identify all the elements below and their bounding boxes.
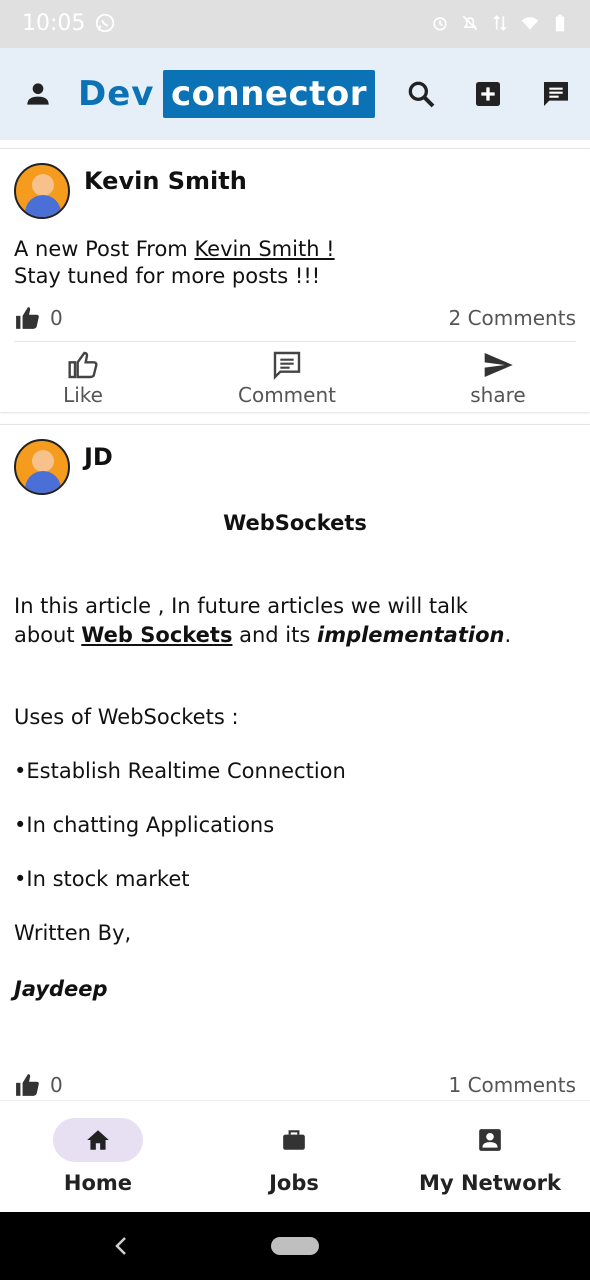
data-arrows-icon (493, 15, 507, 31)
person-icon[interactable] (22, 78, 54, 110)
whatsapp-icon (95, 13, 115, 33)
post-title: WebSockets (223, 511, 367, 535)
post-line-1: A new Post From Kevin Smith ! (14, 235, 335, 263)
nav-jobs-label: Jobs (269, 1171, 319, 1195)
status-icons (430, 12, 570, 34)
post-meta: 0 1 Comments (14, 1070, 576, 1102)
post-paragraph-line-1: In this article , In future articles we … (14, 594, 468, 618)
search-icon[interactable] (405, 78, 437, 110)
thumb-up-filled-icon[interactable] (14, 305, 42, 331)
bullet-item: •In chatting Applications (14, 813, 275, 837)
nav-jobs[interactable]: Jobs (196, 1101, 392, 1213)
share-button[interactable]: share (428, 349, 568, 407)
avatar-body (25, 195, 61, 217)
post-author[interactable]: JD (84, 443, 113, 471)
bottom-navigation: Home Jobs My Network (0, 1100, 590, 1212)
paragraph-text: . (504, 623, 512, 647)
battery-icon (555, 14, 565, 32)
avatar[interactable] (14, 439, 70, 495)
bullet-item: •Establish Realtime Connection (14, 759, 346, 783)
nav-home[interactable]: Home (0, 1101, 196, 1213)
avatar-head (32, 174, 54, 196)
share-label: share (470, 383, 526, 407)
websockets-link[interactable]: Web Sockets (81, 623, 232, 647)
written-by: Written By, (14, 921, 132, 945)
post-meta: 0 2 Comments (14, 303, 576, 335)
contact-card-icon (479, 1129, 501, 1151)
add-box-icon[interactable] (472, 78, 504, 110)
comment-count[interactable]: 2 Comments (449, 306, 577, 330)
like-button[interactable]: Like (13, 349, 153, 407)
home-pill-icon[interactable] (271, 1237, 319, 1255)
brand-connector: connector (163, 70, 376, 118)
status-bar: 10:05 (0, 0, 590, 48)
post-line-2: Stay tuned for more posts !!! (14, 264, 321, 288)
divider (14, 341, 576, 342)
like-count: 0 (50, 306, 63, 330)
post-author[interactable]: Kevin Smith (84, 167, 247, 195)
signature: Jaydeep (14, 977, 108, 1001)
avatar-head (32, 450, 54, 472)
nav-home-label: Home (63, 1171, 133, 1195)
bell-off-icon (462, 15, 478, 31)
author-link[interactable]: Kevin Smith ! (194, 237, 334, 261)
bullet-item: •In stock market (14, 867, 190, 891)
thumb-up-filled-icon[interactable] (14, 1072, 42, 1098)
back-chevron-icon[interactable] (110, 1230, 132, 1262)
status-time: 10:05 (22, 11, 86, 36)
wifi-icon (521, 17, 539, 30)
avatar[interactable] (14, 163, 70, 219)
nav-my-network[interactable]: My Network (392, 1101, 588, 1213)
comment-icon (273, 351, 301, 380)
send-icon (484, 353, 513, 377)
comment-count[interactable]: 1 Comments (449, 1073, 577, 1097)
paragraph-italic: implementation (317, 623, 505, 647)
like-count: 0 (50, 1073, 63, 1097)
comment-button[interactable]: Comment (217, 349, 357, 407)
comment-label: Comment (238, 383, 336, 407)
message-icon[interactable] (540, 78, 572, 110)
avatar-body (25, 471, 61, 493)
post-card: JD WebSockets In this article , In futur… (0, 424, 590, 1100)
home-icon (87, 1130, 109, 1150)
paragraph-text: and its (232, 623, 317, 647)
post-paragraph-line-2: about Web Sockets and its implementation… (14, 621, 511, 649)
post-card: Kevin Smith A new Post From Kevin Smith … (0, 148, 590, 412)
post-line-1-text: A new Post From (14, 237, 195, 261)
thumb-up-outline-icon (68, 351, 98, 379)
uses-heading: Uses of WebSockets : (14, 705, 239, 729)
nav-my-network-label: My Network (419, 1171, 561, 1195)
briefcase-icon (283, 1130, 305, 1150)
alarm-icon (433, 17, 447, 31)
paragraph-text: about (14, 623, 82, 647)
like-label: Like (63, 383, 103, 407)
brand-dev: Dev (78, 74, 155, 114)
